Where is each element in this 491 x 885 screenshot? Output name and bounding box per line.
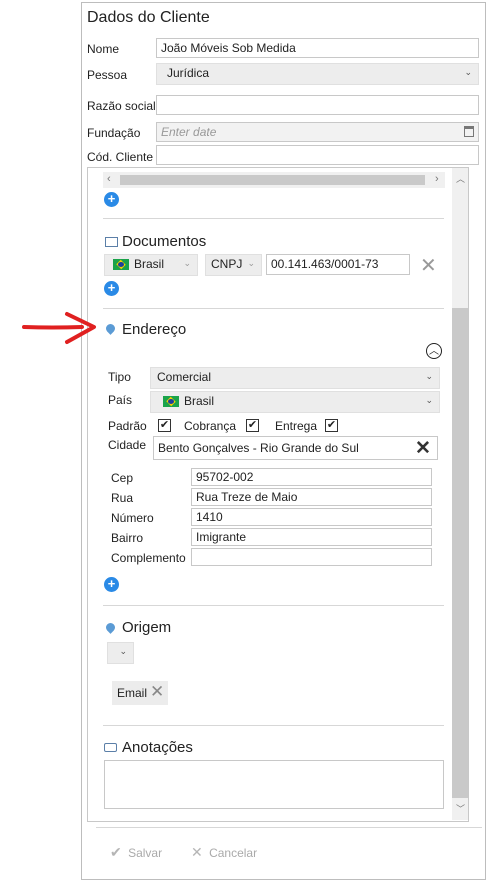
rua-input[interactable]: Rua Treze de Maio (191, 488, 432, 506)
origem-select[interactable]: ⌄ (107, 642, 134, 664)
separator (103, 725, 444, 726)
annotation-arrow-icon (22, 312, 96, 344)
numero-input[interactable]: 1410 (191, 508, 432, 526)
tipo-label: Tipo (108, 370, 131, 384)
anotacoes-title: Anotações (122, 739, 193, 756)
razao-social-label: Razão social (87, 99, 156, 113)
cidade-label: Cidade (108, 438, 147, 452)
cobranca-label: Cobrança (184, 419, 237, 433)
pessoa-select[interactable]: Jurídica ⌄ (156, 63, 479, 85)
rua-label: Rua (111, 491, 134, 505)
endereco-title: Endereço (122, 321, 187, 338)
pessoa-select-value: Jurídica (167, 66, 210, 80)
checkmark-icon: ✔ (110, 844, 122, 860)
add-document-button[interactable]: + (104, 281, 119, 296)
complemento-label: Complemento (111, 551, 186, 565)
cancel-button[interactable]: ✕ Cancelar (191, 844, 257, 861)
razao-social-input[interactable] (156, 95, 479, 115)
scroll-left-arrow-icon[interactable]: ‹ (107, 173, 111, 185)
chevron-down-icon: ⌄ (425, 371, 433, 381)
collapse-section-button[interactable]: ︿ (426, 343, 442, 359)
remove-tag-icon[interactable]: ✕ (150, 682, 164, 702)
pais-select[interactable]: Brasil ⌄ (150, 391, 440, 413)
nome-input[interactable]: João Móveis Sob Medida (156, 38, 479, 58)
numero-label: Número (111, 511, 154, 525)
save-button[interactable]: ✔ Salvar (110, 844, 162, 861)
doc-country-select[interactable]: Brasil ⌄ (104, 254, 198, 276)
fundacao-date-input[interactable]: Enter date (156, 122, 479, 142)
anotacoes-textarea[interactable] (104, 760, 444, 809)
chevron-down-icon: ⌄ (247, 258, 255, 268)
cidade-input[interactable]: Bento Gonçalves - Rio Grande do Sul (153, 436, 438, 460)
separator (103, 218, 444, 219)
nome-label: Nome (87, 42, 120, 56)
origem-title: Origem (122, 619, 172, 636)
fundacao-placeholder: Enter date (161, 125, 217, 139)
horizontal-scroll-thumb[interactable] (120, 175, 425, 185)
scroll-right-arrow-icon[interactable]: › (435, 173, 439, 185)
chevron-down-icon: ⌄ (464, 67, 472, 77)
pessoa-label: Pessoa (87, 68, 128, 82)
doc-type-select[interactable]: CNPJ ⌄ (205, 254, 262, 276)
pais-select-value: Brasil (184, 394, 215, 408)
origem-tag-label: Email (117, 686, 148, 700)
calendar-icon[interactable] (464, 126, 474, 137)
clear-city-icon[interactable]: ✕ (415, 437, 431, 460)
footer-separator (96, 827, 482, 828)
chevron-down-icon: ⌄ (425, 395, 433, 405)
cep-label: Cep (111, 471, 134, 485)
doc-type-value: CNPJ (211, 257, 243, 271)
add-address-button[interactable]: + (104, 577, 119, 592)
origem-tag: Email ✕ (112, 681, 168, 705)
pais-label: País (108, 393, 133, 407)
cancel-button-label: Cancelar (209, 846, 258, 860)
doc-number-input[interactable]: 00.141.463/0001-73 (266, 254, 410, 275)
cep-input[interactable]: 95702-002 (191, 468, 432, 486)
doc-country-value: Brasil (134, 257, 165, 271)
bairro-label: Bairro (111, 531, 144, 545)
cod-cliente-input[interactable] (156, 145, 479, 165)
bairro-input[interactable]: Imigrante (191, 528, 432, 546)
padrao-checkbox[interactable]: ✔ (158, 419, 171, 432)
id-card-icon (105, 237, 118, 247)
separator (103, 308, 444, 309)
tipo-select[interactable]: Comercial ⌄ (150, 367, 440, 389)
entrega-label: Entrega (275, 419, 318, 433)
add-phone-button[interactable]: + (104, 192, 119, 207)
padrao-label: Padrão (108, 419, 147, 433)
cod-cliente-label: Cód. Cliente (87, 150, 154, 164)
brazil-flag-icon (113, 259, 129, 271)
fundacao-label: Fundação (87, 126, 141, 140)
complemento-input[interactable] (191, 548, 432, 566)
documentos-title: Documentos (122, 233, 207, 250)
vertical-scroll-thumb[interactable] (452, 308, 468, 798)
brazil-flag-icon (163, 396, 179, 408)
chevron-down-icon: ⌄ (183, 258, 191, 268)
scroll-up-arrow-icon[interactable]: ︿ (456, 172, 465, 185)
cobranca-checkbox[interactable]: ✔ (246, 419, 259, 432)
remove-document-icon[interactable]: ✕ (420, 253, 437, 278)
chevron-down-icon: ⌄ (119, 646, 127, 656)
separator (103, 605, 444, 606)
cancel-x-icon: ✕ (191, 844, 203, 860)
scroll-down-arrow-icon[interactable]: ﹀ (456, 802, 465, 815)
save-button-label: Salvar (128, 846, 163, 860)
entrega-checkbox[interactable]: ✔ (325, 419, 338, 432)
tipo-select-value: Comercial (157, 370, 212, 384)
form-title: Dados do Cliente (87, 9, 210, 26)
comment-icon (104, 743, 117, 752)
